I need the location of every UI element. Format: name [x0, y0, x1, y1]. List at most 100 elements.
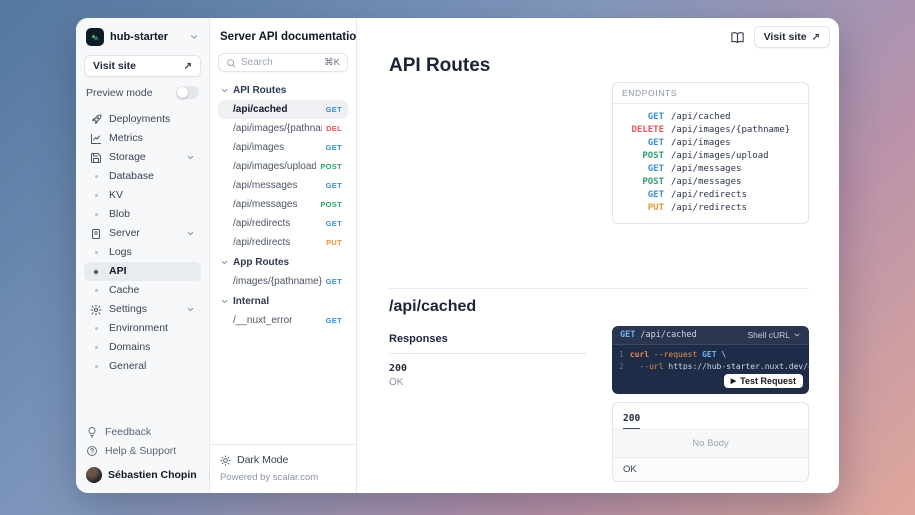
search-input[interactable] — [241, 57, 311, 68]
sidebar-item-label: API — [109, 265, 127, 278]
chevron-down-icon[interactable] — [186, 229, 195, 238]
endpoint-method: GET — [622, 137, 664, 150]
sidebar-item-cache[interactable]: Cache — [84, 281, 201, 300]
sidebar-item-deployments[interactable]: Deployments — [84, 110, 201, 129]
client-selector[interactable]: Shell cURL — [747, 330, 801, 340]
sidebar-item-database[interactable]: Database — [84, 167, 201, 186]
endpoint-path: /api/images/{pathname} — [671, 124, 790, 137]
route-path: /api/messages — [233, 199, 297, 210]
preview-mode-row: Preview mode — [84, 77, 201, 106]
sidebar-item-general[interactable]: General — [84, 357, 201, 376]
code-line: 1curl --request GET \ — [619, 349, 802, 361]
bullet-icon — [90, 171, 102, 183]
endpoints-header: ENDPOINTS — [613, 83, 808, 104]
visit-site-button-sidebar[interactable]: Visit site ↗ — [84, 55, 201, 77]
endpoint-post-api-images-upload[interactable]: POST/api/images/upload — [622, 150, 799, 163]
group-header-app-routes[interactable]: App Routes — [218, 252, 348, 272]
chart-icon — [90, 133, 102, 145]
footer-link-help-support[interactable]: Help & Support — [84, 441, 201, 460]
sidebar-item-label: General — [109, 360, 146, 373]
page-title: API Routes — [389, 55, 490, 77]
sidebar-item-logs[interactable]: Logs — [84, 243, 201, 262]
docs-panel: Server API documentation ⌘K API Routes/a… — [210, 18, 357, 493]
response-description: OK — [389, 377, 586, 388]
docs-footer: Dark Mode Powered by scalar.com — [210, 444, 356, 493]
endpoint-path: /api/cached — [671, 111, 731, 124]
group-header-internal[interactable]: Internal — [218, 291, 348, 311]
endpoint-get-api-images[interactable]: GET/api/images — [622, 137, 799, 150]
bullet-icon — [90, 323, 102, 335]
footer-link-feedback[interactable]: Feedback — [84, 422, 201, 441]
sidebar-item-api[interactable]: API — [84, 262, 201, 281]
endpoint-path: /api/redirects — [671, 189, 747, 202]
route-get-api-images[interactable]: /api/imagesGET — [218, 138, 348, 157]
operation-title: /api/cached — [389, 298, 476, 316]
endpoint-put-api-redirects[interactable]: PUT/api/redirects — [622, 202, 799, 215]
sidebar-item-kv[interactable]: KV — [84, 186, 201, 205]
hub-logo-icon — [86, 28, 104, 46]
project-switcher[interactable]: hub-starter — [84, 26, 201, 55]
sidebar-item-label: Settings — [109, 303, 147, 316]
endpoint-path: /api/images — [671, 137, 731, 150]
bullet-icon — [90, 190, 102, 202]
sidebar: hub-starter Visit site ↗ Preview mode De… — [76, 18, 210, 493]
section-divider — [389, 288, 809, 289]
route-get-api-redirects[interactable]: /api/redirectsGET — [218, 214, 348, 233]
sidebar-item-label: Domains — [109, 341, 150, 354]
user-row[interactable]: Sébastien Chopin ⋮ — [84, 460, 201, 485]
preview-mode-label: Preview mode — [86, 87, 153, 99]
route-get-nuxt-error[interactable]: /__nuxt_errorGET — [218, 311, 348, 330]
disk-icon — [90, 152, 102, 164]
sidebar-item-settings[interactable]: Settings — [84, 300, 201, 319]
endpoint-delete-api-images-pathname[interactable]: DELETE/api/images/{pathname} — [622, 124, 799, 137]
sidebar-item-domains[interactable]: Domains — [84, 338, 201, 357]
test-request-button[interactable]: ▶ Test Request — [724, 374, 803, 388]
route-del-api-images-pathname[interactable]: /api/images/{pathname}DEL — [218, 119, 348, 138]
route-path: /api/images/{pathname} — [233, 123, 322, 134]
sidebar-item-blob[interactable]: Blob — [84, 205, 201, 224]
sidebar-item-label: Environment — [109, 322, 168, 335]
sidebar-item-label: KV — [109, 189, 123, 202]
sidebar-item-label: Logs — [109, 246, 132, 259]
route-post-api-messages[interactable]: /api/messages POST — [218, 195, 348, 214]
route-get-api-messages[interactable]: /api/messagesGET — [218, 176, 348, 195]
dark-mode-toggle[interactable]: Dark Mode — [220, 454, 346, 466]
method-badge: POST — [320, 162, 342, 171]
sidebar-item-storage[interactable]: Storage — [84, 148, 201, 167]
request-sample-footer: ▶ Test Request — [612, 370, 809, 394]
tab-200[interactable]: 200 — [623, 413, 640, 429]
bullet-icon — [90, 361, 102, 373]
method-badge: POST — [320, 200, 342, 209]
code-line: 2 --url https://hub-starter.nuxt.dev/api — [619, 361, 802, 370]
visit-site-button-main[interactable]: Visit site ↗ — [754, 26, 830, 48]
client-label: Shell cURL — [747, 330, 790, 340]
endpoint-get-api-redirects[interactable]: GET/api/redirects — [622, 189, 799, 202]
sidebar-item-server[interactable]: Server — [84, 224, 201, 243]
responses-section: Responses 200 OK — [389, 333, 586, 388]
sidebar-nav: DeploymentsMetricsStorageDatabaseKVBlobS… — [84, 110, 201, 376]
request-path: /api/cached — [640, 330, 696, 340]
sidebar-item-environment[interactable]: Environment — [84, 319, 201, 338]
endpoint-post-api-messages[interactable]: POST/api/messages — [622, 176, 799, 189]
preview-mode-toggle[interactable] — [176, 86, 199, 99]
sidebar-item-metrics[interactable]: Metrics — [84, 129, 201, 148]
search-box[interactable]: ⌘K — [218, 53, 348, 72]
endpoint-get-api-messages[interactable]: GET/api/messages — [622, 163, 799, 176]
chevron-down-icon[interactable] — [186, 305, 195, 314]
route-put-api-redirects[interactable]: /api/redirectsPUT — [218, 233, 348, 252]
endpoint-path: /api/redirects — [671, 202, 747, 215]
route-get-images-pathname[interactable]: /images/{pathname}GET — [218, 272, 348, 291]
sun-icon — [220, 455, 231, 466]
route-post-api-images-upload[interactable]: /api/images/uploadPOST — [218, 157, 348, 176]
sidebar-item-label: Database — [109, 170, 154, 183]
request-sample-header: GET /api/cached Shell cURL — [612, 326, 809, 345]
method-badge: PUT — [326, 238, 342, 247]
book-icon[interactable] — [730, 30, 745, 45]
chevron-down-icon[interactable] — [186, 153, 195, 162]
group-header-api-routes[interactable]: API Routes — [218, 80, 348, 100]
endpoint-get-api-cached[interactable]: GET/api/cached — [622, 111, 799, 124]
arrow-up-right-icon: ↗ — [812, 32, 820, 43]
route-get-api-cached[interactable]: /api/cachedGET — [218, 100, 348, 119]
chevron-down-icon — [220, 297, 229, 306]
gear-icon — [90, 304, 102, 316]
